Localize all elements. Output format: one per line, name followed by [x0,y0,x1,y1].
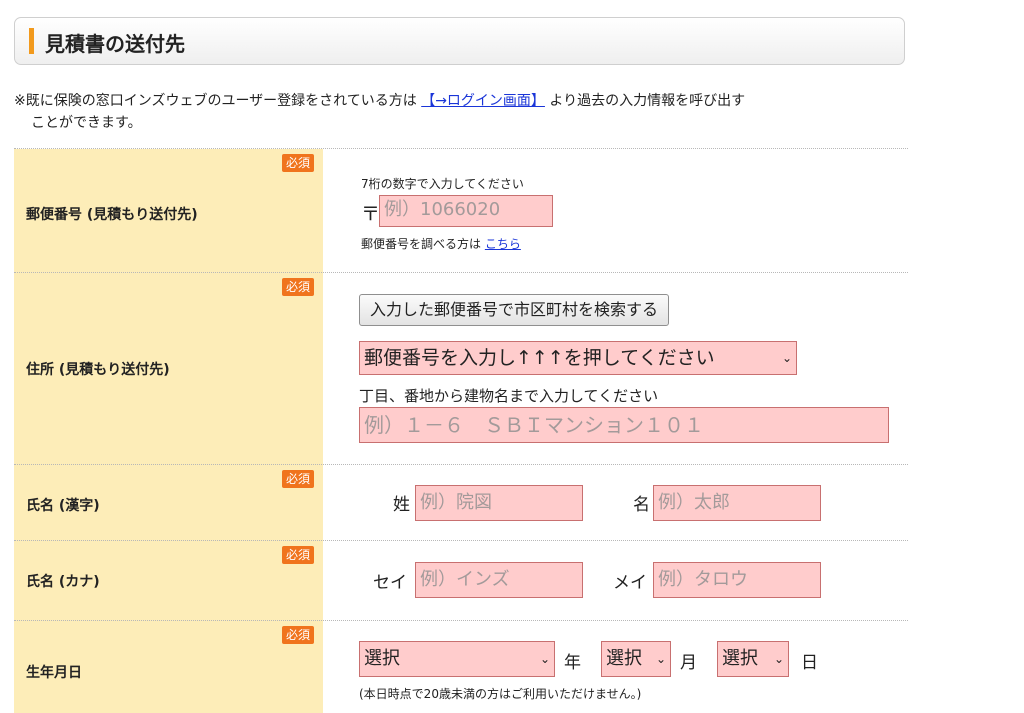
postal-header: 郵便番号 (見積もり送付先) 必須 [14,149,323,273]
name-kanji-header: 氏名 (漢字) 必須 [14,465,323,541]
required-badge: 必須 [282,278,315,296]
day-unit: 日 [801,653,818,673]
chevron-down-icon: ⌄ [773,652,784,666]
address-input[interactable]: 例）１－６ ＳＢＩマンション１０１ [359,407,889,443]
age-note: (本日時点で20歳未満の方はご利用いただけません。) [359,687,642,701]
postal-lookup-link[interactable]: こちら [485,237,521,251]
birthdate-cell: 選択 ⌄ 年 選択 ⌄ 月 選択 ⌄ 日 (本日時点で20歳未満の方はご利用いた… [323,621,908,713]
last-name-kana-label: セイ [373,573,407,593]
postal-hint: 7桁の数字で入力してください [361,177,524,191]
birth-day-select[interactable]: 選択 ⌄ [717,641,789,677]
last-name-label: 姓 [393,495,410,515]
address-header: 住所 (見積もり送付先) 必須 [14,273,323,465]
required-badge: 必須 [282,626,315,644]
notice-line2: ことができます。 [31,115,142,131]
birthdate-header: 生年月日 必須 [14,621,323,713]
first-name-label: 名 [633,495,650,515]
login-link[interactable]: 【→ログイン画面】 [421,93,545,109]
name-kana-row: 氏名 (カナ) 必須 セイ 例）インズ メイ 例）タロウ [14,540,908,621]
chevron-down-icon: ⌄ [781,351,792,365]
name-kanji-row: 氏名 (漢字) 必須 姓 例）院図 名 例）太郎 [14,464,908,541]
notice-prefix: ※既に保険の窓口インズウェブのユーザー登録をされている方は [14,93,417,109]
name-kana-header: 氏名 (カナ) 必須 [14,541,323,621]
birth-month-select[interactable]: 選択 ⌄ [601,641,671,677]
birth-year-select[interactable]: 選択 ⌄ [359,641,555,677]
first-name-input[interactable]: 例）太郎 [653,485,821,521]
required-badge: 必須 [282,546,315,564]
birth-year-value: 選択 [364,648,400,669]
year-unit: 年 [564,653,581,673]
login-notice: ※既に保険の窓口インズウェブのユーザー登録をされている方は 【→ログイン画面】 … [14,90,894,134]
postal-mark: 〒 [361,203,381,225]
birthdate-label: 生年月日 [26,665,82,681]
last-name-input[interactable]: 例）院図 [415,485,583,521]
first-name-kana-label: メイ [613,573,647,593]
address-label: 住所 (見積もり送付先) [26,362,170,378]
name-kana-label: 氏名 (カナ) [26,574,100,590]
name-kanji-cell: 姓 例）院図 名 例）太郎 [323,465,908,541]
address-hint: 丁目、番地から建物名まで入力してください [359,387,659,405]
postal-code-input[interactable]: 例）1066020 [379,195,553,227]
last-name-kana-input[interactable]: 例）インズ [415,562,583,598]
first-name-kana-input[interactable]: 例）タロウ [653,562,821,598]
city-select-value: 郵便番号を入力し↑↑↑を押してください [364,347,715,369]
section-header: 見積書の送付先 [14,17,905,65]
search-city-button[interactable]: 入力した郵便番号で市区町村を検索する [359,294,670,326]
chevron-down-icon: ⌄ [655,652,666,666]
required-badge: 必須 [282,154,315,172]
postal-row: 郵便番号 (見積もり送付先) 必須 7桁の数字で入力してください 〒 例）106… [14,148,908,273]
section-title: 見積書の送付先 [45,32,185,56]
postal-cell: 7桁の数字で入力してください 〒 例）1066020 郵便番号を調べる方は こち… [323,149,908,273]
postal-label: 郵便番号 (見積もり送付先) [26,207,198,223]
postal-lookup: 郵便番号を調べる方は こちら [361,235,521,252]
address-row: 住所 (見積もり送付先) 必須 入力した郵便番号で市区町村を検索する 郵便番号を… [14,272,908,465]
month-unit: 月 [680,653,697,673]
chevron-down-icon: ⌄ [539,652,550,666]
city-select[interactable]: 郵便番号を入力し↑↑↑を押してください ⌄ [359,341,797,375]
section-accent-bar [29,28,34,54]
required-badge: 必須 [282,470,315,488]
address-cell: 入力した郵便番号で市区町村を検索する 郵便番号を入力し↑↑↑を押してください ⌄… [323,273,908,465]
birthdate-row: 生年月日 必須 選択 ⌄ 年 選択 ⌄ 月 選択 ⌄ 日 (本日時点で20歳未満… [14,620,908,713]
birth-day-value: 選択 [722,648,758,669]
postal-lookup-text: 郵便番号を調べる方は [361,237,482,251]
name-kanji-label: 氏名 (漢字) [26,498,100,514]
name-kana-cell: セイ 例）インズ メイ 例）タロウ [323,541,908,621]
notice-suffix: より過去の入力情報を呼び出す [549,93,746,109]
birth-month-value: 選択 [606,648,642,669]
